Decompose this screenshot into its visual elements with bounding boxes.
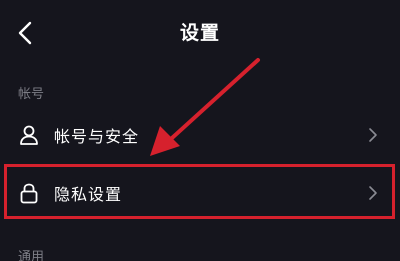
chevron-right-icon [367,127,379,143]
user-icon [18,124,40,146]
section-label-account: 帐号 [18,87,45,102]
section-label-general: 通用 [18,250,45,261]
settings-screen: 设置 帐号 帐号与安全 隐私设置 通用 [0,0,400,261]
privacy-settings-label: 隐私设置 [54,185,123,204]
chevron-right-icon [367,185,379,201]
page-title: 设置 [179,22,220,44]
privacy-settings-row[interactable]: 隐私设置 [0,165,400,221]
header-bar: 设置 [0,0,400,66]
account-security-label: 帐号与安全 [54,127,140,146]
lock-icon [18,182,40,204]
account-security-row[interactable]: 帐号与安全 [0,107,400,163]
